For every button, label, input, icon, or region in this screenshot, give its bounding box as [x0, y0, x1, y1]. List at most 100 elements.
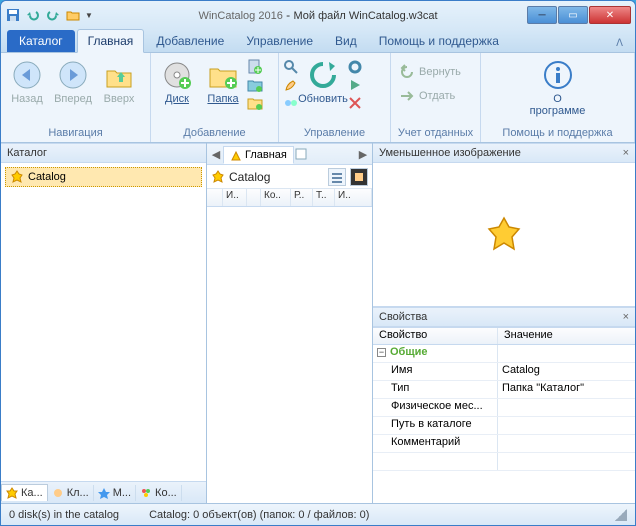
thumbnail-area [373, 163, 635, 307]
ribbon-minimize-icon[interactable]: ᐱ [610, 35, 629, 52]
content-path-row: Catalog [207, 165, 372, 189]
content-tab-main[interactable]: Главная [223, 146, 294, 164]
content-tabs: ◀ Главная ▶ [207, 143, 372, 165]
propgrid-row[interactable]: ИмяCatalog [373, 363, 635, 381]
tab-main[interactable]: Главная [77, 29, 145, 53]
bottab-contacts[interactable]: Ко... [136, 485, 182, 501]
add-file-icon[interactable] [247, 59, 263, 75]
bottab-catalog[interactable]: Ка... [1, 484, 48, 501]
app-window: ▼ WinCatalog 2016 - Мой файл WinCatalog.… [0, 0, 636, 526]
tree-item-root[interactable]: Catalog [5, 167, 202, 187]
bottab-keys[interactable]: Кл... [48, 485, 94, 501]
view-thumb-icon[interactable] [350, 168, 368, 186]
propgrid-group[interactable]: −Общие [373, 345, 635, 363]
close-thumb-icon[interactable]: × [623, 147, 629, 159]
tab-help[interactable]: Помощь и поддержка [369, 30, 509, 52]
view-list-icon[interactable] [328, 168, 346, 186]
titlebar: ▼ WinCatalog 2016 - Мой файл WinCatalog.… [1, 1, 635, 29]
ribbon: Назад Вперед Вверх Навигация Диск Папка … [1, 53, 635, 143]
brush-icon[interactable] [283, 77, 299, 93]
main-area: Каталог Catalog Ка... Кл... М... Ко... ◀… [1, 143, 635, 503]
propgrid-row[interactable]: Физическое мес... [373, 399, 635, 417]
propgrid-col-property[interactable]: Свойство [373, 328, 498, 344]
tab-scroll-left-icon[interactable]: ◀ [209, 148, 223, 161]
delete-icon[interactable] [347, 95, 363, 111]
add-user-folder-icon[interactable] [247, 95, 263, 111]
new-tab-icon[interactable] [294, 146, 310, 162]
group-loans: Вернуть Отдать Учет отданных [391, 53, 481, 142]
group-label-add: Добавление [155, 126, 274, 140]
catalog-panel-header: Каталог [1, 143, 206, 163]
statusbar: 0 disk(s) in the catalog Catalog: 0 объе… [1, 503, 635, 525]
manage-stack-left [283, 57, 299, 111]
open-icon[interactable] [65, 7, 81, 23]
tab-view[interactable]: Вид [325, 30, 367, 52]
status-disks: 0 disk(s) in the catalog [9, 509, 119, 521]
thumbnail-header: Уменьшенное изображение× [373, 143, 635, 163]
group-manage: Обновить Управление [279, 53, 391, 142]
catalog-star-icon [484, 215, 524, 255]
propgrid-row[interactable]: ТипПапка "Каталог" [373, 381, 635, 399]
manage-stack-right [347, 57, 363, 111]
right-panel: Уменьшенное изображение× Свойства× Свойс… [373, 143, 635, 503]
collapse-icon[interactable]: − [377, 348, 386, 357]
resize-grip-icon[interactable] [615, 509, 627, 521]
play-icon[interactable] [347, 77, 363, 93]
property-grid: Свойство Значение −Общие ИмяCatalog ТипП… [373, 327, 635, 503]
group-add: Диск Папка Добавление [151, 53, 279, 142]
maximize-button[interactable]: ▭ [558, 6, 588, 24]
merge-icon[interactable] [283, 95, 299, 111]
forward-button[interactable]: Вперед [51, 57, 95, 107]
about-button[interactable]: О программе [518, 57, 598, 119]
group-label-nav: Навигация [5, 126, 146, 140]
doc-name: Мой файл WinCatalog.w3cat [294, 10, 438, 22]
catalog-star-icon [10, 170, 24, 184]
add-small-stack [247, 57, 263, 111]
search-icon[interactable] [283, 59, 299, 75]
redo-icon[interactable] [45, 7, 61, 23]
tab-catalog[interactable]: Каталог [7, 30, 75, 52]
add-blue-folder-icon[interactable] [247, 77, 263, 93]
propgrid-col-value[interactable]: Значение [498, 328, 559, 344]
refresh-button[interactable]: Обновить [301, 57, 345, 107]
group-label-manage: Управление [283, 126, 386, 140]
propgrid-row[interactable]: Путь в каталоге [373, 417, 635, 435]
save-icon[interactable] [5, 7, 21, 23]
undo-icon[interactable] [25, 7, 41, 23]
add-disk-button[interactable]: Диск [155, 57, 199, 107]
propgrid-row[interactable]: Комментарий [373, 435, 635, 453]
catalog-tree[interactable]: Catalog [1, 163, 206, 481]
propgrid-columns: Свойство Значение [373, 327, 635, 345]
bottab-tags[interactable]: М... [94, 485, 136, 501]
properties-header: Свойства× [373, 307, 635, 327]
settings-gear-icon[interactable] [347, 59, 363, 75]
qat-dropdown-icon[interactable]: ▼ [85, 11, 93, 20]
close-props-icon[interactable]: × [623, 311, 629, 323]
content-list[interactable] [207, 207, 372, 503]
content-panel: ◀ Главная ▶ Catalog И.. Ко.. Р.. Т.. И.. [207, 143, 373, 503]
minimize-button[interactable]: ─ [527, 6, 557, 24]
group-navigation: Назад Вперед Вверх Навигация [1, 53, 151, 142]
catalog-panel: Каталог Catalog Ка... Кл... М... Ко... [1, 143, 207, 503]
content-columns[interactable]: И.. Ко.. Р.. Т.. И.. [207, 189, 372, 207]
add-folder-button[interactable]: Папка [201, 57, 245, 107]
tab-scroll-right-icon[interactable]: ▶ [356, 148, 370, 161]
up-button[interactable]: Вверх [97, 57, 141, 107]
close-button[interactable]: ✕ [589, 6, 631, 24]
return-button[interactable]: Вернуть [395, 63, 465, 81]
status-count: Catalog: 0 объект(ов) (папок: 0 / файлов… [149, 509, 369, 521]
propgrid-row [373, 453, 635, 471]
catalog-star-icon [211, 170, 225, 184]
content-path[interactable]: Catalog [229, 170, 324, 184]
app-name: WinCatalog 2016 [198, 10, 282, 22]
group-about: О программе Помощь и поддержка [481, 53, 635, 142]
group-label-loans: Учет отданных [395, 126, 476, 140]
group-label-about: Помощь и поддержка [485, 126, 630, 140]
catalog-bottom-tabs: Ка... Кл... М... Ко... [1, 481, 206, 503]
tree-item-label: Catalog [28, 171, 66, 183]
ribbon-tabstrip: Каталог Главная Добавление Управление Ви… [1, 29, 635, 53]
tab-manage[interactable]: Управление [236, 30, 323, 52]
back-button[interactable]: Назад [5, 57, 49, 107]
tab-add[interactable]: Добавление [146, 30, 234, 52]
give-button[interactable]: Отдать [395, 87, 465, 105]
